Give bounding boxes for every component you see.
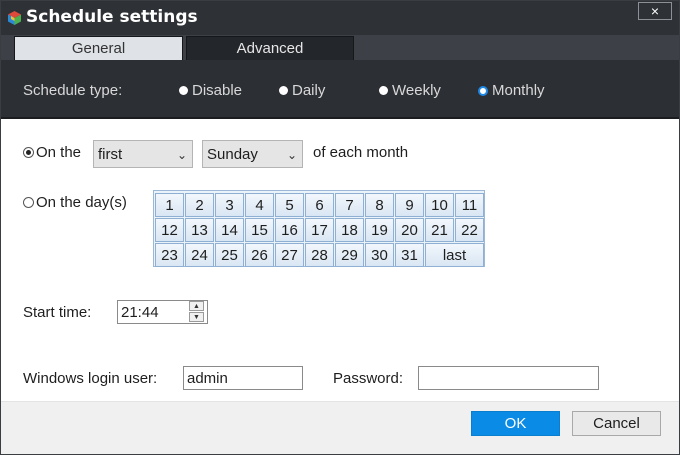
close-icon: ×: [650, 3, 660, 19]
windows-login-user-value: admin: [187, 369, 228, 387]
day-cell-2[interactable]: 2: [185, 193, 214, 217]
chevron-down-icon: ⌄: [176, 148, 187, 162]
day-cell-9[interactable]: 9: [395, 193, 424, 217]
day-cell-31[interactable]: 31: [395, 243, 424, 267]
window-title: Schedule settings: [26, 7, 198, 27]
day-cell-29[interactable]: 29: [335, 243, 364, 267]
radio-icon: [279, 86, 288, 95]
windows-login-user-label: Windows login user:: [23, 370, 158, 387]
day-cell-26[interactable]: 26: [245, 243, 274, 267]
day-cell-11[interactable]: 11: [455, 193, 484, 217]
day-cell-15[interactable]: 15: [245, 218, 274, 242]
radio-label: Daily: [292, 82, 326, 99]
day-cell-6[interactable]: 6: [305, 193, 334, 217]
radio-icon: [23, 197, 34, 208]
radio-icon: [179, 86, 188, 95]
day-cell-13[interactable]: 13: [185, 218, 214, 242]
day-cell-1[interactable]: 1: [155, 193, 184, 217]
on-the-label: On the: [36, 144, 82, 161]
radio-selected-icon: [478, 85, 488, 96]
schedule-type-weekly[interactable]: Weekly: [379, 82, 441, 99]
radio-label: Monthly: [492, 82, 545, 99]
day-cell-28[interactable]: 28: [305, 243, 334, 267]
schedule-settings-dialog: Schedule settings × General Advanced Sch…: [0, 0, 680, 455]
day-cell-16[interactable]: 16: [275, 218, 304, 242]
day-cell-last[interactable]: last: [425, 243, 484, 267]
close-button[interactable]: ×: [638, 2, 672, 20]
day-cell-23[interactable]: 23: [155, 243, 184, 267]
day-cell-24[interactable]: 24: [185, 243, 214, 267]
password-label: Password:: [333, 370, 404, 387]
schedule-type-bar: Schedule type: Disable Daily Weekly Mont…: [1, 60, 679, 119]
radio-on-the-days[interactable]: On the day(s): [23, 194, 127, 211]
start-time-label: Start time:: [23, 304, 92, 321]
day-cell-20[interactable]: 20: [395, 218, 424, 242]
day-cell-4[interactable]: 4: [245, 193, 274, 217]
windows-login-user-input[interactable]: admin: [183, 366, 303, 390]
radio-icon: [379, 86, 388, 95]
title-bar: Schedule settings ×: [1, 1, 679, 35]
day-grid: 1 2 3 4 5 6 7 8 9 10 11 12 13 14 15 16 1…: [153, 190, 485, 267]
day-cell-3[interactable]: 3: [215, 193, 244, 217]
ok-button[interactable]: OK: [471, 411, 560, 436]
of-each-month-label: of each month: [313, 144, 409, 161]
cancel-button[interactable]: Cancel: [572, 411, 661, 436]
radio-label: Weekly: [392, 82, 441, 99]
spin-up-icon[interactable]: ▲: [189, 301, 204, 311]
schedule-type-daily[interactable]: Daily: [279, 82, 325, 99]
on-the-days-label: On the day(s): [36, 194, 127, 211]
day-cell-19[interactable]: 19: [365, 218, 394, 242]
start-time-value: 21:44: [121, 303, 159, 321]
schedule-type-disable[interactable]: Disable: [179, 82, 242, 99]
tab-advanced[interactable]: Advanced: [186, 36, 354, 60]
ordinal-select[interactable]: first ⌄: [93, 140, 193, 168]
day-cell-17[interactable]: 17: [305, 218, 334, 242]
day-cell-8[interactable]: 8: [365, 193, 394, 217]
day-cell-18[interactable]: 18: [335, 218, 364, 242]
tab-strip: General Advanced: [1, 35, 679, 60]
day-cell-5[interactable]: 5: [275, 193, 304, 217]
weekday-select-value: Sunday: [207, 145, 258, 163]
ordinal-select-value: first: [98, 145, 123, 163]
day-cell-21[interactable]: 21: [425, 218, 454, 242]
radio-label: Disable: [192, 82, 243, 99]
day-cell-30[interactable]: 30: [365, 243, 394, 267]
radio-selected-icon: [23, 147, 34, 158]
tab-general[interactable]: General: [14, 36, 183, 60]
password-input[interactable]: [418, 366, 599, 390]
day-cell-12[interactable]: 12: [155, 218, 184, 242]
day-cell-10[interactable]: 10: [425, 193, 454, 217]
day-cell-25[interactable]: 25: [215, 243, 244, 267]
schedule-type-monthly[interactable]: Monthly: [478, 82, 545, 99]
day-cell-7[interactable]: 7: [335, 193, 364, 217]
day-cell-22[interactable]: 22: [455, 218, 484, 242]
start-time-spinner[interactable]: ▲ ▼: [189, 301, 206, 323]
schedule-type-label: Schedule type:: [23, 82, 123, 99]
radio-on-the[interactable]: On the: [23, 144, 81, 161]
spin-down-icon[interactable]: ▼: [189, 312, 204, 322]
chevron-down-icon: ⌄: [286, 148, 297, 162]
weekday-select[interactable]: Sunday ⌄: [202, 140, 303, 168]
app-icon: [8, 11, 21, 25]
day-cell-27[interactable]: 27: [275, 243, 304, 267]
day-cell-14[interactable]: 14: [215, 218, 244, 242]
